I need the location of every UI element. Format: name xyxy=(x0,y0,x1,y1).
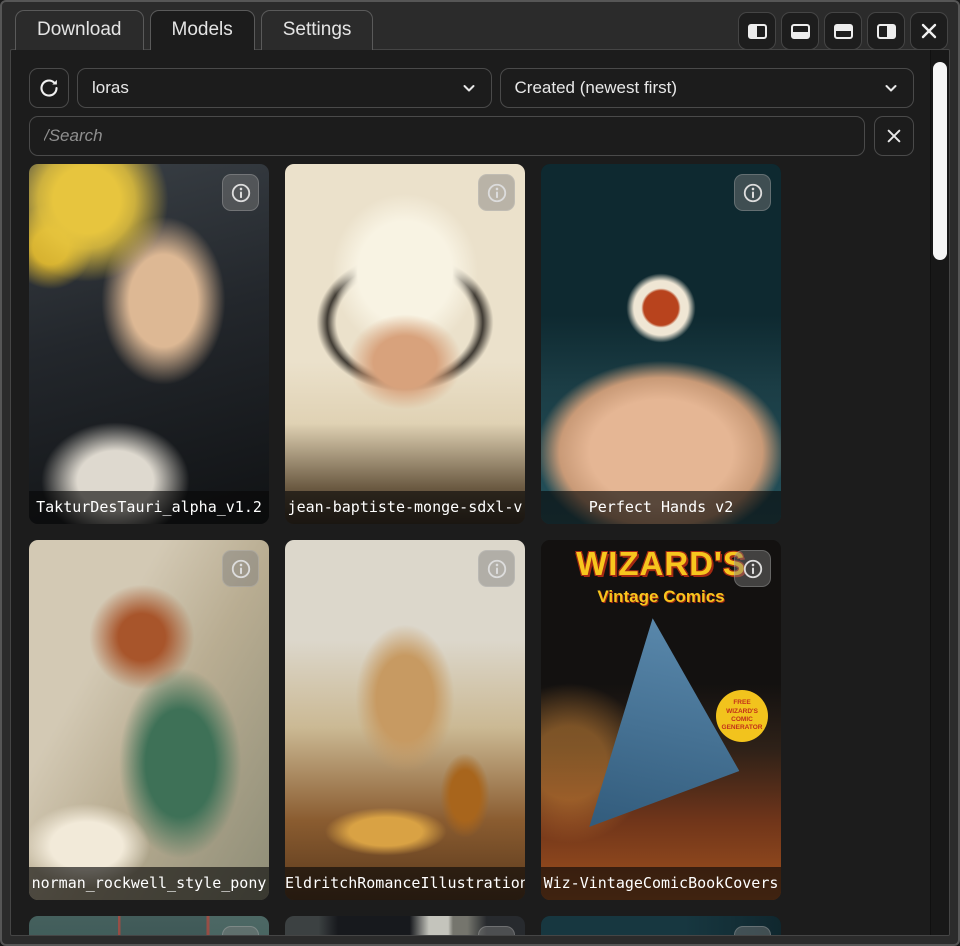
info-icon xyxy=(742,558,764,580)
info-icon xyxy=(230,558,252,580)
wizard-hat-graphic xyxy=(548,609,746,846)
dock-right-button[interactable] xyxy=(867,12,905,50)
model-card[interactable] xyxy=(541,916,781,935)
model-browser-window: Download Models Settings xyxy=(0,0,960,946)
refresh-icon xyxy=(38,77,60,99)
sort-select[interactable]: Created (newest first) xyxy=(500,68,915,108)
dock-top-button[interactable] xyxy=(824,12,862,50)
model-grid: TakturDesTauri_alpha_v1.2 jean-baptiste-… xyxy=(29,164,914,935)
model-card[interactable] xyxy=(29,916,269,935)
dock-right-icon xyxy=(877,24,896,39)
model-card[interactable]: EldritchRomanceIllustration xyxy=(285,540,525,900)
content-panel: loras Created (newest first) xyxy=(10,49,950,936)
search-input[interactable] xyxy=(29,116,865,156)
model-preview-image xyxy=(29,164,269,524)
scrollbar-thumb[interactable] xyxy=(933,62,947,260)
comic-cover-badge: Free Wizard's Comic Generator xyxy=(716,690,768,742)
toolbar: loras Created (newest first) xyxy=(29,68,914,108)
model-name: EldritchRomanceIllustration xyxy=(285,867,525,900)
model-name: Wiz-VintageComicBookCovers xyxy=(541,867,781,900)
model-card[interactable]: norman_rockwell_style_pony xyxy=(29,540,269,900)
dock-bottom-icon xyxy=(791,24,810,39)
scrollbar-track[interactable] xyxy=(930,50,949,935)
main-area: loras Created (newest first) xyxy=(11,50,930,935)
info-icon xyxy=(742,934,764,936)
dock-top-icon xyxy=(834,24,853,39)
search-row xyxy=(29,116,914,156)
model-info-button[interactable] xyxy=(222,174,259,211)
info-icon xyxy=(486,934,508,936)
model-card[interactable]: jean-baptiste-monge-sdxl-v xyxy=(285,164,525,524)
model-info-button[interactable] xyxy=(734,550,771,587)
model-card[interactable]: TakturDesTauri_alpha_v1.2 xyxy=(29,164,269,524)
dock-left-icon xyxy=(748,24,767,39)
model-info-button[interactable] xyxy=(734,926,771,935)
model-preview-image xyxy=(541,164,781,524)
window-controls xyxy=(738,10,948,50)
refresh-button[interactable] xyxy=(29,68,69,108)
model-info-button[interactable] xyxy=(478,926,515,935)
info-icon xyxy=(742,182,764,204)
model-name: jean-baptiste-monge-sdxl-v xyxy=(285,491,525,524)
info-icon xyxy=(230,182,252,204)
tab-bar: Download Models Settings xyxy=(2,2,958,50)
model-info-button[interactable] xyxy=(478,174,515,211)
model-preview-image xyxy=(29,540,269,900)
model-name: Perfect Hands v2 xyxy=(541,491,781,524)
model-card[interactable]: Perfect Hands v2 xyxy=(541,164,781,524)
model-info-button[interactable] xyxy=(222,550,259,587)
model-info-button[interactable] xyxy=(734,174,771,211)
model-name: norman_rockwell_style_pony xyxy=(29,867,269,900)
info-icon xyxy=(486,558,508,580)
sort-value: Created (newest first) xyxy=(515,78,678,98)
model-type-select[interactable]: loras xyxy=(77,68,492,108)
dock-left-button[interactable] xyxy=(738,12,776,50)
model-card[interactable] xyxy=(285,916,525,935)
info-icon xyxy=(230,934,252,936)
close-icon xyxy=(886,128,902,144)
model-info-button[interactable] xyxy=(222,926,259,935)
model-name: TakturDesTauri_alpha_v1.2 xyxy=(29,491,269,524)
model-preview-image xyxy=(285,540,525,900)
tab-models[interactable]: Models xyxy=(150,10,255,50)
model-card[interactable]: WIZARD'S Vintage Comics Free Wizard's Co… xyxy=(541,540,781,900)
model-preview-image xyxy=(285,164,525,524)
model-preview-image: WIZARD'S Vintage Comics Free Wizard's Co… xyxy=(541,540,781,900)
info-icon xyxy=(486,182,508,204)
comic-cover-subtitle: Vintage Comics xyxy=(541,587,781,607)
chevron-down-icon xyxy=(883,80,899,96)
model-info-button[interactable] xyxy=(478,550,515,587)
chevron-down-icon xyxy=(461,80,477,96)
clear-search-button[interactable] xyxy=(874,116,914,156)
close-window-button[interactable] xyxy=(910,12,948,50)
tab-settings[interactable]: Settings xyxy=(261,10,374,50)
dock-bottom-button[interactable] xyxy=(781,12,819,50)
model-type-value: loras xyxy=(92,78,129,98)
tab-download[interactable]: Download xyxy=(15,10,144,50)
close-icon xyxy=(920,22,938,40)
